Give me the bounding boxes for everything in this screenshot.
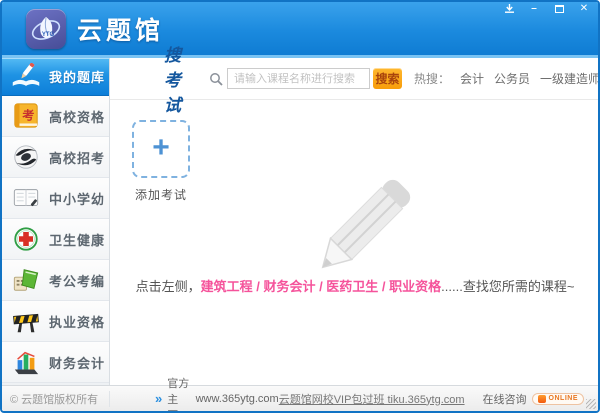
double-chevron-icon: »	[155, 391, 163, 406]
search-button[interactable]: 搜索	[372, 68, 402, 89]
hot-link-constructor[interactable]: 一级建造师	[540, 70, 598, 87]
logo-badge-text: YTG	[42, 32, 55, 38]
official-homepage-link[interactable]: www.365ytg.com	[196, 393, 279, 405]
pencil-book-icon	[10, 62, 42, 92]
copyright-text: © 云题馆版权所有	[2, 390, 110, 407]
sidebar-item-label: 执业资格	[49, 314, 106, 330]
close-button[interactable]: ✕	[576, 2, 592, 16]
add-exam-label: 添加考试	[134, 188, 187, 202]
sidebar-item-label: 我的题库	[49, 70, 106, 85]
sidebar-item-college-qualification[interactable]: 考 高校资格	[2, 96, 109, 137]
hot-link-civil-servant[interactable]: 公务员	[494, 70, 530, 87]
exam-book-glyph: 考	[22, 108, 34, 123]
promo-prefix: 点击左侧，	[135, 279, 201, 294]
window-controls: – ✕	[501, 2, 592, 16]
sidebar-item-label: 中小学幼	[49, 191, 106, 207]
add-exam-button[interactable]: +	[132, 120, 190, 178]
app-title: 云题馆	[77, 16, 165, 45]
bar-chart-icon	[10, 347, 42, 377]
main-panel: 搜考试 搜索 热搜： 会计 公务员 一级建造师 + 添加考试	[110, 46, 598, 385]
online-flame-icon	[537, 394, 546, 403]
title-bar: YTG 云题馆 – ✕	[2, 2, 598, 58]
promo-highlight: 建筑工程 / 财务会计 / 医药卫生 / 职业资格	[200, 279, 442, 294]
hot-search: 热搜： 会计 公务员 一级建造师	[414, 70, 598, 87]
promo-line: 点击左侧，建筑工程 / 财务会计 / 医药卫生 / 职业资格......查找您所…	[110, 276, 598, 295]
globe-icon	[10, 142, 42, 172]
sidebar-item-label: 高校招考	[49, 150, 106, 166]
folder-calculator-icon	[10, 265, 42, 295]
sidebar-item-college-admission[interactable]: 高校招考	[2, 137, 109, 178]
search-bar: 搜考试 搜索 热搜： 会计 公务员 一级建造师	[110, 46, 598, 115]
sidebar-item-label: 卫生健康	[49, 232, 106, 248]
sidebar-item-health[interactable]: 卫生健康	[2, 219, 109, 260]
search-icon	[209, 72, 223, 86]
vip-class-link[interactable]: 云题馆网校VIP包过班 tiku.365ytg.com	[279, 391, 465, 407]
maximize-icon	[554, 5, 564, 13]
sidebar-item-label: 财务会计	[49, 355, 106, 371]
construction-barrier-icon	[10, 306, 42, 336]
online-consult-link[interactable]: 在线咨询	[483, 391, 527, 407]
status-bar: © 云题馆版权所有 » 官方主页： www.365ytg.com 云题馆网校VI…	[2, 378, 598, 411]
app-window: YTG 云题馆 – ✕ 我的题库 考 高校资格 高校招考 中小学幼 卫生健康 考…	[0, 0, 600, 413]
official-homepage: » 官方主页： www.365ytg.com	[155, 375, 279, 412]
exam-book-icon: 考	[10, 101, 42, 131]
skin-download-icon[interactable]	[501, 2, 517, 16]
sidebar-item-label: 高校资格	[49, 109, 106, 125]
resize-grip[interactable]	[586, 399, 596, 409]
sidebar: 我的题库 考 高校资格 高校招考 中小学幼 卫生健康 考公考编 执业资格 财务会…	[2, 58, 110, 385]
hot-link-accounting[interactable]: 会计	[460, 70, 484, 87]
online-status-badge[interactable]: ONLINE	[531, 392, 584, 405]
notebook-icon	[10, 183, 42, 213]
minimize-button[interactable]: –	[526, 2, 542, 16]
promo-suffix: ......查找您所需的课程~	[441, 279, 575, 294]
app-logo-icon: YTG	[26, 8, 66, 49]
sidebar-item-professional-qualification[interactable]: 执业资格	[2, 301, 109, 342]
maximize-button[interactable]	[551, 2, 567, 16]
medical-cross-icon	[10, 224, 42, 254]
official-homepage-label: 官方主页：	[167, 377, 190, 412]
hot-search-label: 热搜：	[414, 72, 451, 86]
content-area: + 添加考试 点击左侧，建筑工程 / 财务会计 / 医药卫生 / 职业资格...…	[110, 100, 598, 385]
plus-icon: +	[152, 130, 170, 164]
online-badge-text: ONLINE	[548, 395, 578, 402]
sidebar-item-my-bank[interactable]: 我的题库	[2, 58, 109, 96]
search-input[interactable]	[226, 68, 370, 89]
sidebar-item-label: 考公考编	[49, 273, 106, 289]
sidebar-item-civil-service[interactable]: 考公考编	[2, 260, 109, 301]
sidebar-item-k12[interactable]: 中小学幼	[2, 178, 109, 219]
sidebar-item-finance-accounting[interactable]: 财务会计	[2, 342, 109, 383]
